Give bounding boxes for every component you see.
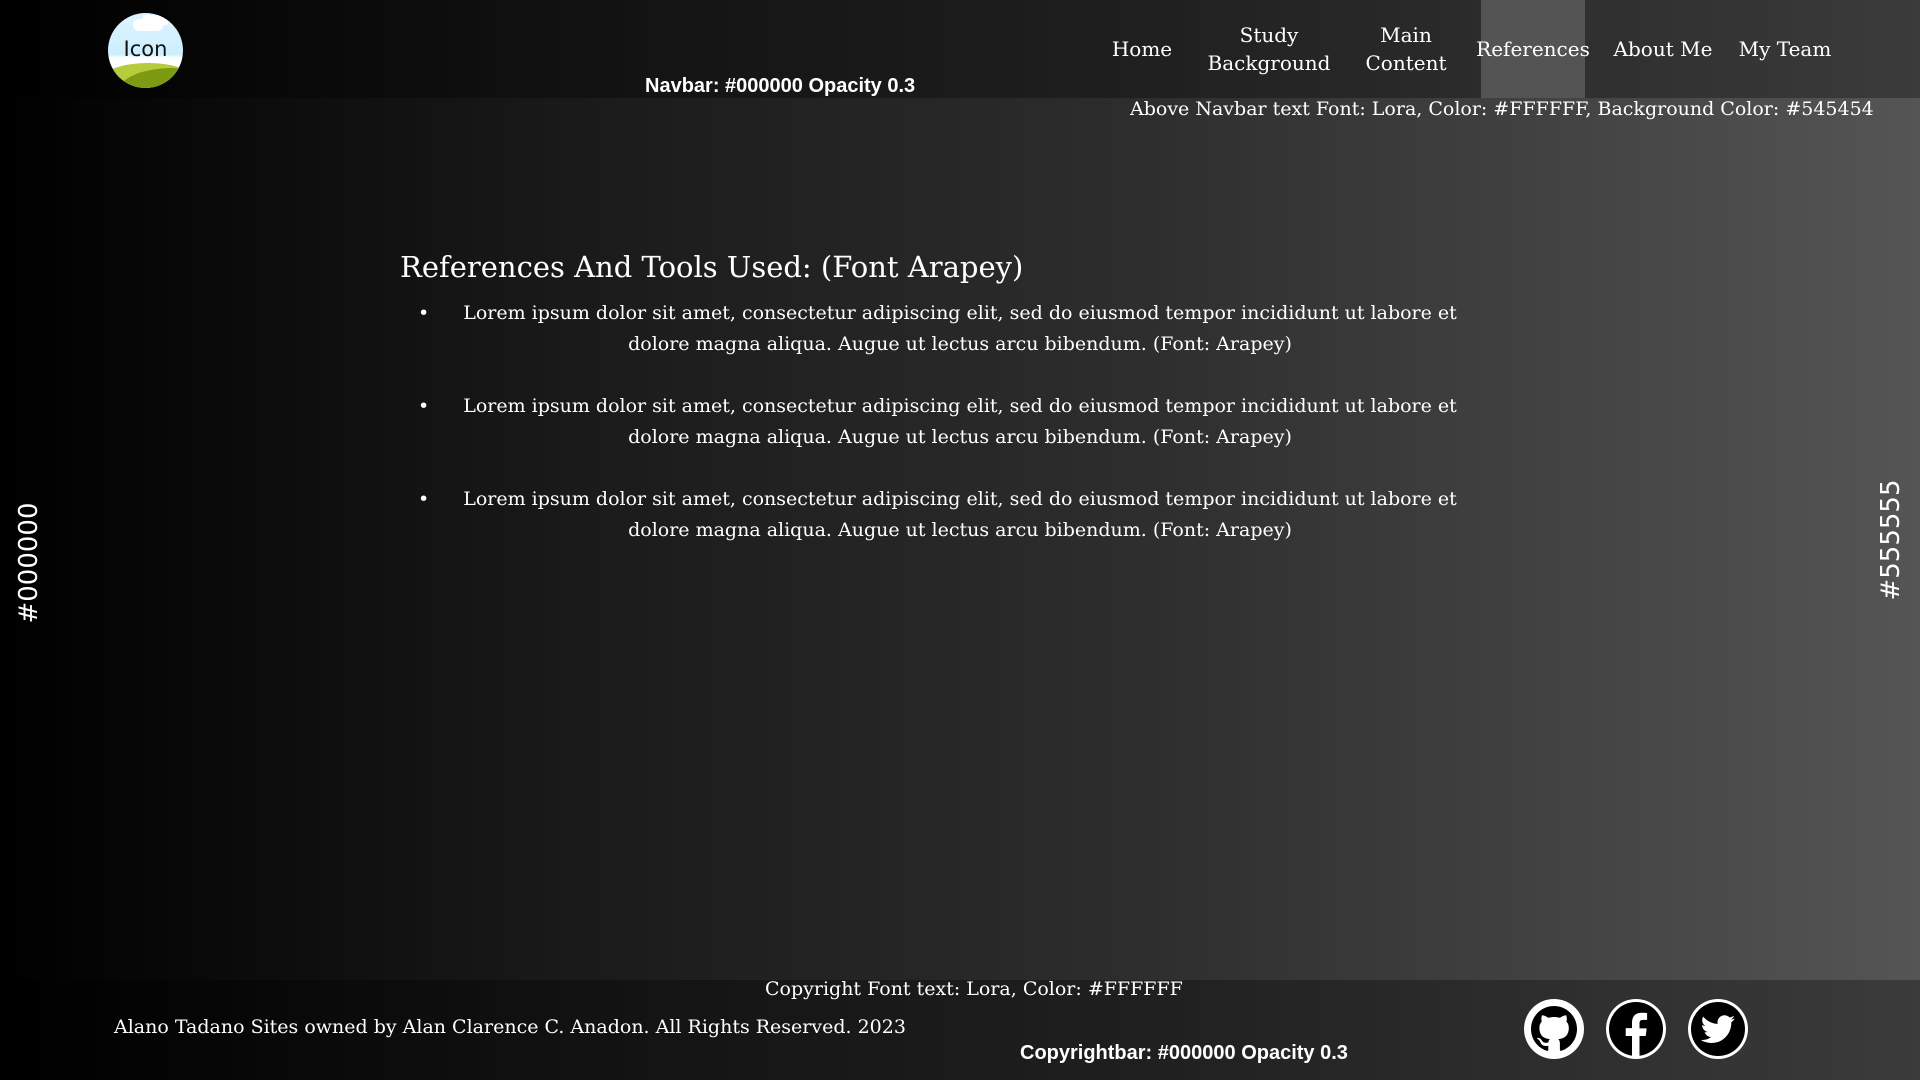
nav-item-my-team[interactable]: My Team [1735,0,1835,98]
above-navbar-note: Above Navbar text Font: Lora, Color: #FF… [1130,98,1874,120]
nav-item-references[interactable]: References [1476,0,1590,98]
nav-item-study-background[interactable]: Study Background [1200,0,1338,98]
bullet-icon: • [418,302,430,324]
copyright-text: Alano Tadano Sites owned by Alan Clarenc… [114,1016,906,1038]
logo-icon[interactable]: Icon [108,13,183,88]
copyright-font-note: Copyright Font text: Lora, Color: #FFFFF… [765,978,1183,1000]
list-item: • Lorem ipsum dolor sit amet, consectetu… [400,298,1500,360]
list-item: • Lorem ipsum dolor sit amet, consectetu… [400,391,1500,453]
twitter-icon[interactable] [1687,998,1749,1060]
nav-item-label: Study Background [1207,23,1331,75]
nav-item-label: My Team [1738,37,1832,61]
right-color-label: #555555 [1876,479,1906,601]
nav-item-label: Home [1111,37,1173,61]
nav-item-label: Main Content [1365,23,1447,75]
github-icon[interactable] [1523,998,1585,1060]
bullet-icon: • [418,395,430,417]
navbar-note: Navbar: #000000 Opacity 0.3 [645,75,916,97]
copyright-bar-note: Copyrightbar: #000000 Opacity 0.3 [1020,1042,1348,1064]
left-color-label: #000000 [14,495,44,630]
list-item-text: Lorem ipsum dolor sit amet, consectetur … [463,302,1457,355]
facebook-icon[interactable] [1605,998,1667,1060]
nav-item-about-me[interactable]: About Me [1608,0,1718,98]
left-color-text: #000000 [14,501,44,624]
nav-item-home[interactable]: Home [1100,0,1184,98]
bullet-icon: • [418,488,430,510]
page-title: References And Tools Used: (Font Arapey) [400,250,1024,284]
right-color-text: #555555 [1876,479,1906,601]
list-item: • Lorem ipsum dolor sit amet, consectetu… [400,484,1500,546]
list-item-text: Lorem ipsum dolor sit amet, consectetur … [463,395,1457,448]
nav-item-main-content[interactable]: Main Content [1352,0,1460,98]
navbar: Icon Navbar: #000000 Opacity 0.3 Home St… [0,0,1920,98]
references-section: References And Tools Used: (Font Arapey)… [400,250,1520,577]
nav-item-label: About Me [1613,37,1713,61]
references-list: • Lorem ipsum dolor sit amet, consectetu… [400,298,1520,546]
logo-label: Icon [123,37,168,61]
nav-item-label: References [1476,37,1590,61]
list-item-text: Lorem ipsum dolor sit amet, consectetur … [463,488,1457,541]
cloud-shape [133,19,163,31]
